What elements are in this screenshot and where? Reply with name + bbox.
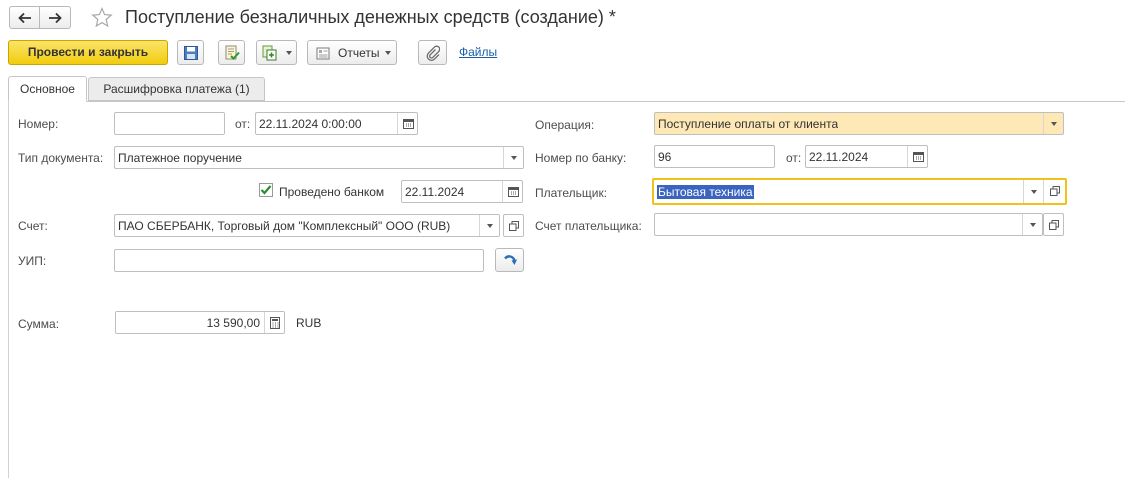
- reports-icon: [316, 47, 330, 60]
- open-icon: [1050, 186, 1060, 196]
- reports-button[interactable]: Отчеты: [307, 40, 397, 65]
- arrow-left-icon: [18, 12, 31, 24]
- payer-value-wrap: Бытовая техника: [657, 185, 754, 199]
- tab-main[interactable]: Основное: [8, 76, 87, 102]
- payer-account-open-button[interactable]: [1043, 213, 1064, 236]
- uip-label: УИП:: [18, 254, 47, 268]
- account-select[interactable]: ПАО СБЕРБАНК, Торговый дом "Комплексный"…: [114, 214, 500, 237]
- currency-label: RUB: [296, 316, 322, 330]
- forward-button[interactable]: [40, 6, 71, 29]
- uip-input[interactable]: [114, 249, 484, 272]
- post-button[interactable]: [218, 40, 245, 65]
- calendar-icon: [508, 187, 519, 197]
- amount-input[interactable]: 13 590,00: [115, 311, 285, 334]
- calculator-icon: [270, 317, 280, 329]
- content-left-border: [8, 102, 9, 478]
- chevron-down-icon: [487, 224, 493, 228]
- number-label: Номер:: [18, 117, 59, 131]
- doc-type-dropdown-button[interactable]: [503, 147, 523, 168]
- attach-files-button[interactable]: [418, 40, 447, 65]
- bank-date-value: 22.11.2024: [809, 150, 869, 164]
- open-icon: [509, 221, 519, 231]
- uip-fill-button[interactable]: [495, 248, 524, 272]
- tab-payment-breakdown[interactable]: Расшифровка платежа (1): [88, 77, 265, 101]
- arrow-right-icon: [49, 12, 62, 24]
- bank-date-input[interactable]: 22.11.2024: [805, 145, 928, 168]
- chevron-down-icon: [1030, 223, 1036, 227]
- create-based-on-icon: [262, 45, 277, 61]
- payer-label: Плательщик:: [535, 186, 608, 200]
- post-document-icon: [225, 45, 240, 60]
- bank-number-label: Номер по банку:: [535, 151, 627, 165]
- calendar-icon: [913, 152, 924, 162]
- page-title: Поступление безналичных денежных средств…: [125, 7, 616, 27]
- operation-label: Операция:: [535, 118, 595, 132]
- reports-label: Отчеты: [338, 46, 380, 60]
- amount-label: Сумма:: [18, 317, 60, 331]
- calculator-button[interactable]: [264, 312, 284, 333]
- date-input[interactable]: 22.11.2024 0:00:00: [255, 112, 418, 135]
- date-value: 22.11.2024 0:00:00: [259, 117, 362, 131]
- account-label: Счет:: [18, 219, 48, 233]
- calendar-button[interactable]: [502, 181, 522, 202]
- bank-date-label: от:: [786, 151, 802, 165]
- account-open-button[interactable]: [503, 214, 524, 237]
- chevron-down-icon: [385, 51, 391, 55]
- files-link[interactable]: Файлы: [459, 45, 497, 59]
- calendar-button[interactable]: [907, 146, 927, 167]
- payer-account-dropdown-button[interactable]: [1022, 214, 1042, 235]
- payer-select[interactable]: Бытовая техника: [652, 178, 1067, 205]
- chevron-down-icon: [1031, 190, 1037, 194]
- save-button[interactable]: [177, 40, 204, 65]
- bank-number-value: 96: [658, 150, 672, 164]
- bank-posted-label: Проведено банком: [279, 185, 385, 199]
- payer-account-label: Счет плательщика:: [535, 219, 642, 233]
- calendar-icon: [403, 119, 414, 129]
- doc-type-label: Тип документа:: [18, 151, 104, 165]
- back-button[interactable]: [9, 6, 40, 29]
- bank-posted-date-input[interactable]: 22.11.2024: [401, 180, 523, 203]
- bank-posted-date-value: 22.11.2024: [405, 185, 465, 199]
- operation-dropdown-button[interactable]: [1043, 113, 1063, 134]
- create-based-on-button[interactable]: [256, 40, 297, 65]
- account-value: ПАО СБЕРБАНК, Торговый дом "Комплексный"…: [118, 219, 451, 233]
- paperclip-icon: [426, 45, 440, 61]
- chevron-down-icon: [511, 156, 517, 160]
- payer-dropdown-button[interactable]: [1023, 180, 1043, 203]
- amount-value: 13 590,00: [206, 316, 260, 330]
- post-and-close-button[interactable]: Провести и закрыть: [8, 40, 168, 65]
- bank-posted-checkbox[interactable]: [259, 183, 273, 197]
- operation-value: Поступление оплаты от клиента: [658, 117, 839, 131]
- chevron-down-icon: [286, 51, 292, 55]
- calendar-button[interactable]: [397, 113, 417, 134]
- chevron-down-icon: [1051, 122, 1057, 126]
- operation-select[interactable]: Поступление оплаты от клиента: [654, 112, 1064, 135]
- account-dropdown-button[interactable]: [479, 215, 499, 236]
- favorite-star-icon[interactable]: [91, 7, 113, 28]
- tab-divider: [8, 101, 1125, 102]
- open-icon: [1049, 220, 1059, 230]
- doc-type-value: Платежное поручение: [118, 151, 242, 165]
- number-input[interactable]: [114, 112, 225, 135]
- bank-number-input[interactable]: 96: [654, 145, 775, 168]
- curved-arrow-icon: [504, 255, 517, 265]
- doc-type-select[interactable]: Платежное поручение: [114, 146, 524, 169]
- payer-account-select[interactable]: [654, 213, 1043, 236]
- payer-open-button[interactable]: [1043, 180, 1065, 203]
- date-from-label: от:: [235, 117, 251, 131]
- save-disk-icon: [184, 46, 198, 60]
- payer-value: Бытовая техника: [657, 185, 754, 199]
